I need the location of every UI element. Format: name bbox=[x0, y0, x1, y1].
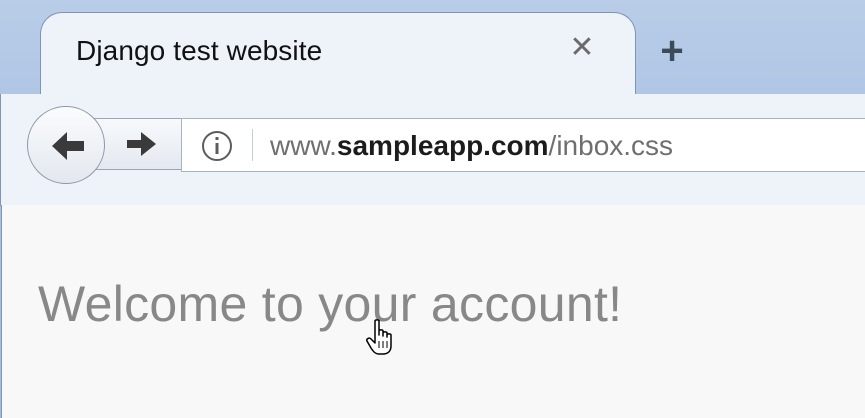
navigation-toolbar: www.sampleapp.com/inbox.css bbox=[0, 94, 865, 206]
info-icon[interactable] bbox=[200, 129, 234, 163]
url-prefix: www. bbox=[270, 130, 337, 161]
tab-title: Django test website bbox=[76, 35, 323, 66]
arrow-left-icon bbox=[52, 132, 84, 160]
page-content: Welcome to your account! bbox=[1, 205, 865, 418]
url-path: /inbox.css bbox=[548, 130, 674, 161]
address-bar-divider bbox=[252, 129, 253, 161]
address-bar[interactable]: www.sampleapp.com/inbox.css bbox=[181, 118, 865, 172]
hand-pointer-icon bbox=[366, 319, 392, 355]
close-icon[interactable]: ✕ bbox=[567, 33, 597, 63]
url-text[interactable]: www.sampleapp.com/inbox.css bbox=[270, 130, 673, 162]
url-domain: sampleapp.com bbox=[336, 130, 549, 161]
arrow-right-icon[interactable] bbox=[125, 129, 159, 159]
page-heading: Welcome to your account! bbox=[38, 276, 623, 332]
back-button[interactable] bbox=[27, 106, 105, 184]
nav-buttons bbox=[21, 104, 203, 184]
browser-window: Django test website ✕ + www.sampleapp.co… bbox=[0, 0, 865, 418]
plus-icon[interactable]: + bbox=[654, 31, 690, 71]
